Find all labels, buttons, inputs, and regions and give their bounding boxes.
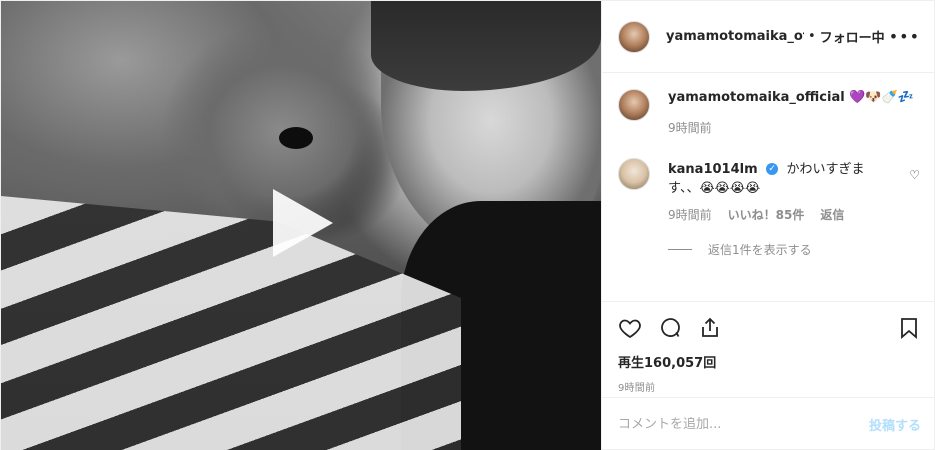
share-icon[interactable] xyxy=(698,316,722,340)
caption-avatar[interactable] xyxy=(618,89,650,121)
post-time[interactable]: 9時間前 xyxy=(618,379,921,394)
header-username[interactable]: yamamotomaika_offic xyxy=(666,29,804,44)
add-comment-bar: 投稿する xyxy=(602,397,935,450)
comments-list: yamamotomaika_official 💜🐶🍼💤 9時間前 kana101… xyxy=(602,73,935,301)
reply-button[interactable]: 返信 xyxy=(820,206,844,223)
post-actions: 再生160,057回 9時間前 xyxy=(602,301,935,394)
comment-icon[interactable] xyxy=(658,316,682,340)
heart-icon[interactable] xyxy=(618,316,642,340)
comment-time[interactable]: 9時間前 xyxy=(668,206,712,223)
caption-username[interactable]: yamamotomaika_official xyxy=(668,90,845,105)
caption: yamamotomaika_official 💜🐶🍼💤 9時間前 xyxy=(618,89,920,136)
post-button[interactable]: 投稿する xyxy=(869,415,921,434)
more-options-icon[interactable]: ••• xyxy=(889,27,920,46)
separator: • xyxy=(808,29,816,44)
post-panel: yamamotomaika_offic • フォロー中 ••• yamamoto… xyxy=(601,1,935,450)
caption-time[interactable]: 9時間前 xyxy=(668,119,712,136)
bookmark-icon[interactable] xyxy=(897,316,921,340)
play-icon[interactable] xyxy=(273,189,333,257)
video-player[interactable] xyxy=(1,1,601,450)
view-replies[interactable]: 返信1件を表示する xyxy=(668,241,920,258)
view-replies-label[interactable]: 返信1件を表示する xyxy=(708,241,812,258)
comment-likes[interactable]: いいね！85件 xyxy=(728,206,805,223)
commenter-username[interactable]: kana1014lm xyxy=(668,162,758,177)
comment-input[interactable] xyxy=(618,417,869,432)
caption-emojis: 💜🐶🍼💤 xyxy=(849,90,914,105)
comment-item: kana1014lm ✓ かわいすぎます、、😭😭😭😭 9時間前 いいね！85件 … xyxy=(618,158,920,223)
avatar[interactable] xyxy=(618,20,650,53)
instagram-post: yamamotomaika_offic • フォロー中 ••• yamamoto… xyxy=(0,0,935,450)
commenter-avatar[interactable] xyxy=(618,158,650,190)
comment-like-icon[interactable]: ♡ xyxy=(909,168,920,223)
verified-icon: ✓ xyxy=(766,163,779,175)
follow-status[interactable]: フォロー中 xyxy=(820,27,885,46)
post-header: yamamotomaika_offic • フォロー中 ••• xyxy=(602,1,935,73)
dog-eye xyxy=(279,127,313,149)
replies-line xyxy=(668,249,692,250)
view-count[interactable]: 再生160,057回 xyxy=(618,352,921,371)
